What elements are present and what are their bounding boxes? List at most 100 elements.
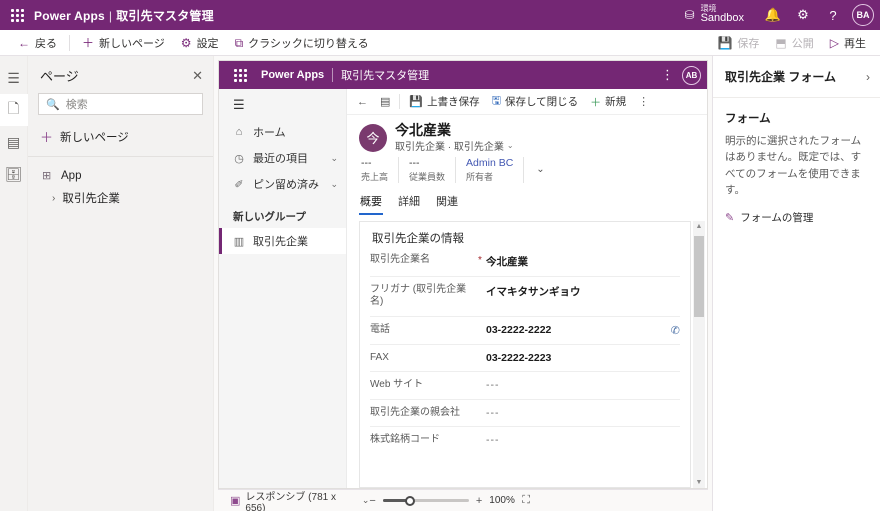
settings-button[interactable]: ⚙ 設定	[173, 31, 227, 55]
sidebar-item-account[interactable]: ▥ 取引先企業	[219, 228, 346, 254]
play-icon: ▷	[829, 35, 839, 50]
scroll-down-icon[interactable]: ▼	[696, 477, 703, 488]
preview-waffle-icon[interactable]	[223, 68, 257, 82]
stat-revenue-label: 売上高	[361, 171, 389, 182]
save-button[interactable]: 💾 保存	[709, 31, 767, 55]
phone-call-icon[interactable]: ✆	[664, 324, 680, 337]
new-record-label: 新規	[605, 96, 627, 108]
save-and-close-label: 保存して閉じる	[504, 96, 579, 108]
help-icon[interactable]: ?	[818, 0, 848, 30]
fit-to-screen-icon[interactable]: ⛶	[522, 494, 530, 507]
environment-selector[interactable]: ⛁ 環境 Sandbox	[684, 4, 745, 25]
pages-icon[interactable]: 🗋	[0, 94, 28, 126]
sidebar-item-recent[interactable]: ◷ 最近の項目 ⌄	[219, 145, 346, 171]
field-website-label: Web サイト	[370, 379, 424, 391]
record-pane: ← ▤ 💾 上書き保存 🖫 保存して閉じる ＋ 新規 ⋮ 今 今北産業 取引先企…	[347, 89, 707, 488]
studio-toolbar: ← 戻る ＋ 新しいページ ⚙ 設定 ⧉ クラシックに切り替える 💾 保存 ⬒ …	[0, 30, 880, 56]
field-account-name[interactable]: 取引先企業名 * 今北産業	[370, 252, 680, 276]
preview-header-divider	[332, 68, 334, 82]
search-input[interactable]: 🔍 検索	[38, 93, 203, 115]
preview-app-name: 取引先マスタ管理	[341, 70, 430, 82]
brand-title: Power Apps | 取引先マスタ管理	[34, 7, 214, 24]
record-title-block: 今北産業 取引先企業 · 取引先企業 ⌄	[395, 122, 514, 153]
preview-brand: Power Apps	[261, 69, 325, 81]
environment-label: 環境	[700, 4, 717, 14]
gear-icon: ⚙	[180, 35, 192, 50]
environment-icon: ⛁	[684, 8, 695, 22]
properties-title: 取引先企業 フォーム	[725, 70, 836, 84]
form-vertical-scrollbar[interactable]: ▲ ▼	[693, 220, 705, 488]
new-page-link[interactable]: ＋ 新しいページ	[28, 123, 213, 156]
field-fax[interactable]: FAX 03-2222-2223	[370, 343, 680, 372]
data-icon[interactable]: 🗄	[0, 158, 28, 190]
record-panel-button[interactable]: ▤	[374, 90, 396, 114]
chevron-right-icon: ›	[52, 192, 56, 204]
stat-owner-label: 所有者	[466, 171, 494, 182]
back-button[interactable]: ← 戻る	[10, 31, 65, 55]
field-ticker-symbol-label: 株式銘柄コード	[370, 434, 440, 446]
scrollbar-track[interactable]	[693, 232, 705, 477]
scrollbar-thumb[interactable]	[694, 235, 704, 317]
tree-item-app[interactable]: ⊞ App	[28, 165, 213, 186]
navigation-icon[interactable]: ▤	[0, 126, 28, 158]
switch-icon: ⧉	[234, 35, 244, 50]
sidebar-item-pinned[interactable]: ✐ ピン留め済み ⌄	[219, 171, 346, 197]
zoom-slider-knob[interactable]	[404, 495, 415, 506]
tab-details[interactable]: 詳細	[397, 191, 421, 215]
switch-classic-button[interactable]: ⧉ クラシックに切り替える	[227, 31, 377, 55]
brand-separator: |	[108, 8, 113, 23]
gear-icon[interactable]: ⚙	[788, 0, 818, 30]
search-icon: 🔍	[46, 98, 60, 111]
hamburger-icon[interactable]: ☰	[219, 89, 346, 119]
zoom-level-label: 100%	[489, 495, 515, 506]
preview-app-header: Power Apps 取引先マスタ管理 ⋮ AB	[219, 61, 707, 89]
field-ticker-symbol[interactable]: 株式銘柄コード ---	[370, 426, 680, 454]
tab-overview[interactable]: 概要	[359, 191, 383, 215]
sidebar-item-home[interactable]: ⌂ ホーム	[219, 119, 346, 145]
overwrite-save-label: 上書き保存	[427, 96, 480, 108]
field-parent-account[interactable]: 取引先企業の親会社 ---	[370, 398, 680, 427]
stat-employees-value: ---	[409, 157, 420, 170]
tree-view-icon[interactable]: ☰	[0, 62, 28, 94]
play-label: 再生	[844, 37, 866, 50]
tab-related[interactable]: 関連	[435, 191, 459, 215]
app-launcher-waffle-icon[interactable]	[0, 8, 34, 22]
toolbar-right-group: 💾 保存 ⬒ 公開 ▷ 再生	[709, 31, 880, 55]
record-header: 今 今北産業 取引先企業 · 取引先企業 ⌄ --- 売上高 --- 従業員数 …	[347, 115, 707, 187]
manage-forms-link[interactable]: ✎ フォームの管理	[725, 198, 868, 225]
notification-bell-icon[interactable]: 🔔	[758, 0, 788, 30]
new-page-button[interactable]: ＋ 新しいページ	[74, 31, 173, 55]
chevron-down-icon[interactable]: ⌄	[536, 164, 544, 175]
new-record-button[interactable]: ＋ 新規	[584, 90, 632, 114]
pencil-icon: ✎	[725, 212, 735, 225]
user-avatar[interactable]: BA	[852, 4, 874, 26]
pages-panel-header: ページ ✕	[28, 56, 213, 93]
record-back-button[interactable]: ←	[351, 90, 374, 114]
collapse-panel-icon[interactable]: ›	[866, 70, 870, 84]
field-furigana[interactable]: フリガナ (取引先企業名) イマキタサンギョウ	[370, 275, 680, 316]
preview-overflow-icon[interactable]: ⋮	[656, 67, 680, 83]
required-asterisk	[474, 352, 486, 353]
stat-revenue: --- 売上高	[361, 157, 400, 183]
zoom-slider[interactable]	[382, 495, 469, 507]
environment-text: 環境 Sandbox	[700, 4, 744, 25]
zoom-in-button[interactable]: +	[476, 495, 482, 507]
required-asterisk	[474, 379, 486, 380]
command-overflow-button[interactable]: ⋮	[632, 90, 655, 114]
scroll-up-icon[interactable]: ▲	[696, 221, 703, 232]
field-phone[interactable]: 電話 03-2222-2222 ✆	[370, 315, 680, 344]
close-icon[interactable]: ✕	[192, 69, 203, 82]
preview-app-body: ☰ ⌂ ホーム ◷ 最近の項目 ⌄ ✐ ピン留め済み ⌄ 新しいグループ ▥ 取…	[219, 89, 707, 488]
save-icon: 💾	[409, 96, 424, 108]
settings-label: 設定	[196, 37, 219, 50]
preview-avatar[interactable]: AB	[682, 65, 701, 85]
stat-owner-value[interactable]: Admin BC	[466, 157, 513, 170]
save-and-close-button[interactable]: 🖫 保存して閉じる	[486, 90, 585, 114]
play-button[interactable]: ▷ 再生	[822, 31, 874, 55]
publish-button[interactable]: ⬒ 公開	[767, 31, 821, 55]
tree-item-account[interactable]: › 取引先企業	[28, 186, 213, 210]
field-website[interactable]: Web サイト ---	[370, 371, 680, 399]
overwrite-save-button[interactable]: 💾 上書き保存	[403, 90, 485, 114]
layout-selector[interactable]: ▣ レスポンシブ (781 x 656) ⌄	[230, 488, 369, 511]
zoom-out-button[interactable]: −	[369, 495, 375, 507]
